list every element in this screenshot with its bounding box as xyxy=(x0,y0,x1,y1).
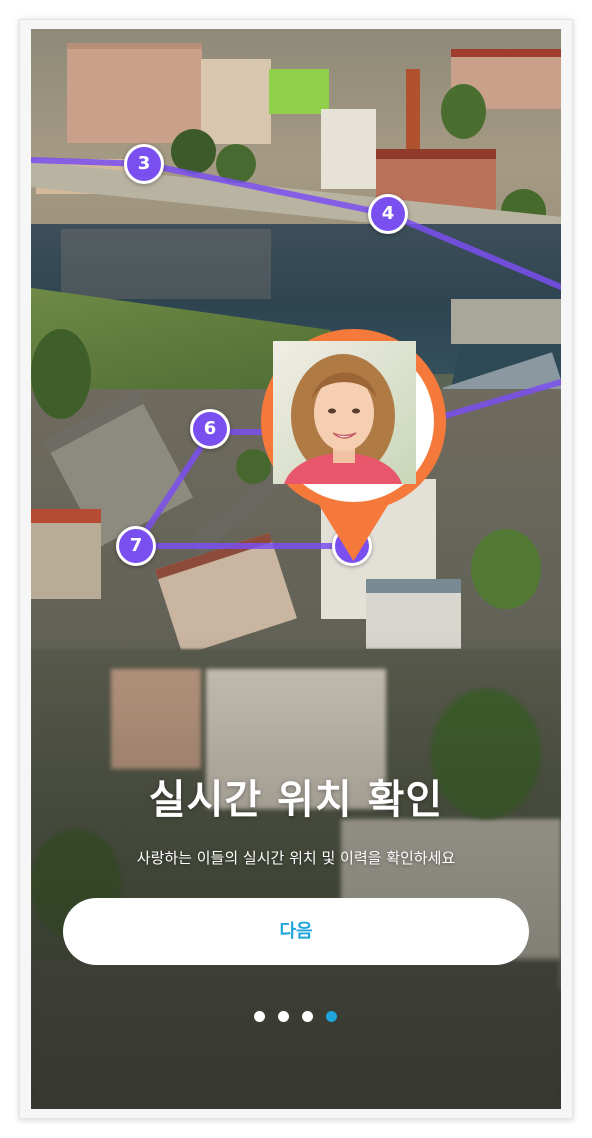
page-indicator xyxy=(254,1011,344,1023)
route-stop-4[interactable]: 4 xyxy=(368,194,408,234)
page-dot-3[interactable] xyxy=(302,1011,313,1022)
map-pin-icon[interactable] xyxy=(261,329,446,561)
avatar-frame xyxy=(273,341,434,502)
page-dot-1[interactable] xyxy=(254,1011,265,1022)
route-stop-3[interactable]: 3 xyxy=(124,144,164,184)
page-subtitle: 사랑하는 이들의 실시간 위치 및 이력을 확인하세요 xyxy=(136,849,456,867)
next-button[interactable]: 다음 xyxy=(63,898,529,965)
page-title: 실시간 위치 확인 xyxy=(148,777,444,823)
route-stop-7[interactable]: 7 xyxy=(116,526,156,566)
page-dot-4[interactable] xyxy=(326,1011,337,1022)
route-stop-6[interactable]: 6 xyxy=(190,409,230,449)
onboarding-screen: 3 4 6 7 8 xyxy=(31,29,561,1109)
avatar xyxy=(273,341,425,493)
page-dot-2[interactable] xyxy=(278,1011,289,1022)
